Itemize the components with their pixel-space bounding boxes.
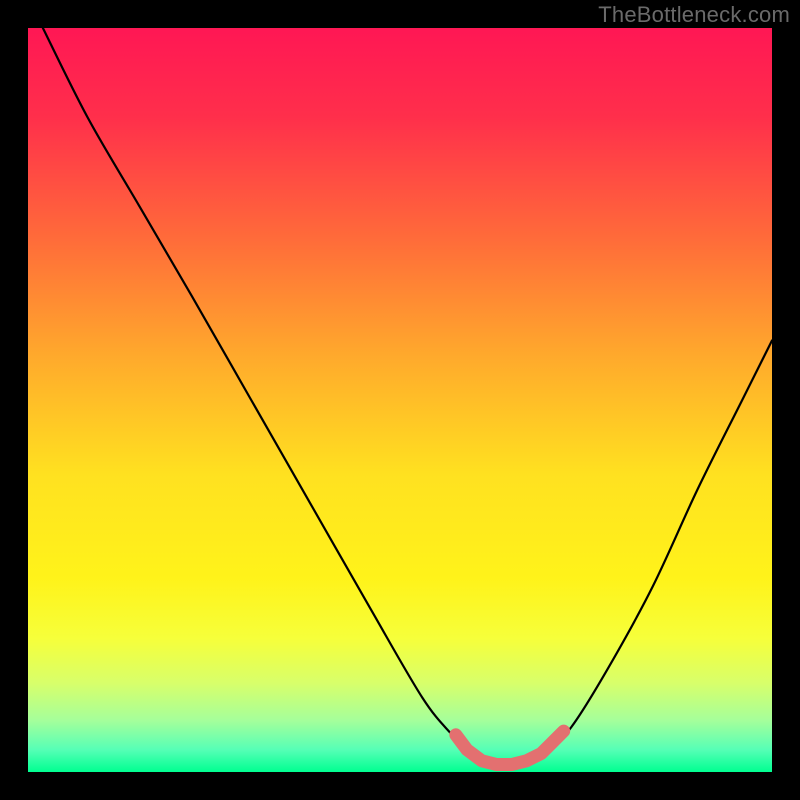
chart-svg [28, 28, 772, 772]
chart-frame: TheBottleneck.com [0, 0, 800, 800]
chart-plot [28, 28, 772, 772]
watermark-label: TheBottleneck.com [598, 2, 790, 28]
